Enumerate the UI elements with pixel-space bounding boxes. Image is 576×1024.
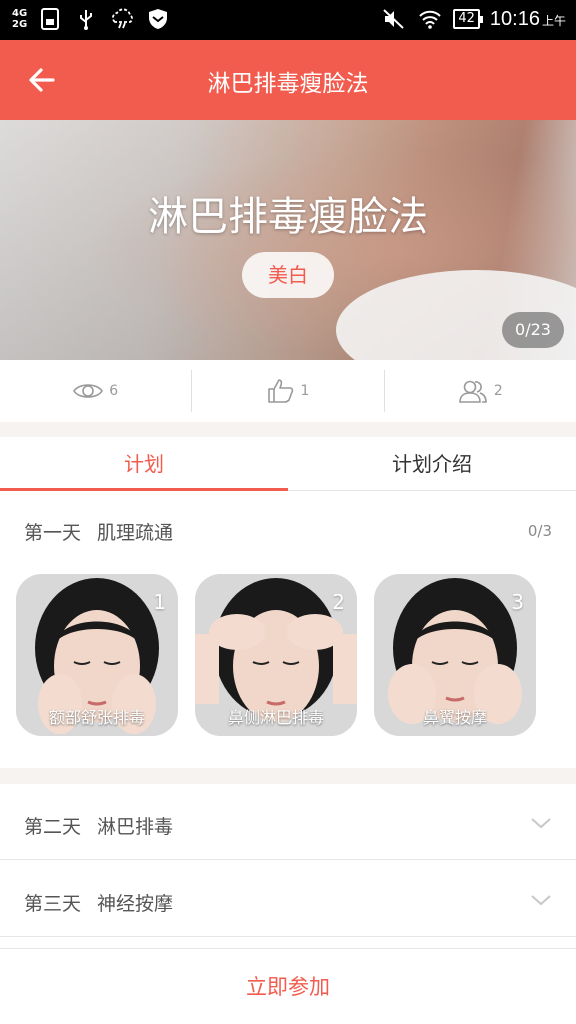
step-label: 鼻翼按摩 bbox=[422, 708, 487, 727]
page-title: 淋巴排毒瘦脸法 bbox=[207, 71, 369, 97]
day-name: 肌理疏通 bbox=[97, 522, 174, 544]
step-card-1[interactable]: 1 额部舒张排毒 bbox=[16, 574, 178, 736]
chevron-down-icon bbox=[531, 818, 551, 829]
hero-counter: 0/23 bbox=[502, 312, 564, 348]
chevron-down-icon bbox=[531, 895, 551, 906]
day-header[interactable]: 第一天 肌理疏通 bbox=[24, 518, 173, 545]
thumbs-up-icon bbox=[267, 379, 293, 403]
hero-title: 淋巴排毒瘦脸法 bbox=[148, 194, 428, 240]
likes-stat[interactable]: 1 bbox=[192, 370, 385, 412]
views-stat: 6 bbox=[0, 370, 193, 412]
app-bar: 淋巴排毒瘦脸法 bbox=[0, 40, 576, 120]
step-cards: 1 额部舒张排毒 2 鼻侧淋巴排毒 3 鼻翼按摩 bbox=[16, 574, 536, 736]
day-row-3[interactable]: 第三天 神经按摩 bbox=[0, 861, 576, 937]
usb-icon bbox=[73, 6, 99, 32]
shield-icon bbox=[145, 6, 171, 32]
views-count: 6 bbox=[109, 383, 119, 399]
participants-stat: 2 bbox=[385, 370, 576, 412]
day-label: 第三天 bbox=[24, 893, 82, 915]
clock-suffix: 上午 bbox=[541, 13, 566, 28]
battery-indicator: 42 bbox=[453, 9, 483, 29]
participants-count: 2 bbox=[493, 383, 503, 399]
step-label: 鼻侧淋巴排毒 bbox=[227, 708, 324, 727]
join-button[interactable]: 立即参加 bbox=[0, 948, 576, 1024]
day-label: 第二天 bbox=[24, 816, 82, 838]
hero-banner[interactable]: 淋巴排毒瘦脸法 美白 0/23 bbox=[0, 120, 576, 360]
day-name: 淋巴排毒 bbox=[97, 816, 174, 838]
step-number: 1 bbox=[153, 590, 166, 614]
clock-time: 10:16 bbox=[489, 7, 540, 30]
tab-plan-intro[interactable]: 计划介绍 bbox=[288, 437, 576, 490]
hero-tag[interactable]: 美白 bbox=[242, 252, 334, 298]
likes-count: 1 bbox=[300, 383, 310, 399]
day-header: 第二天 淋巴排毒 bbox=[24, 812, 173, 839]
day-label: 第一天 bbox=[24, 522, 82, 544]
users-icon bbox=[459, 380, 487, 403]
step-number: 3 bbox=[511, 590, 524, 614]
weather-icon bbox=[109, 6, 135, 32]
step-card-3[interactable]: 3 鼻翼按摩 bbox=[374, 574, 536, 736]
stats-bar: 6 1 2 bbox=[0, 360, 576, 422]
tab-plan[interactable]: 计划 bbox=[0, 437, 288, 491]
day-header: 第三天 神经按摩 bbox=[24, 889, 173, 916]
step-label: 额部舒张排毒 bbox=[48, 708, 145, 727]
day-row-2[interactable]: 第二天 淋巴排毒 bbox=[0, 784, 576, 860]
wifi-icon bbox=[417, 6, 443, 32]
day-progress: 0/3 bbox=[527, 522, 552, 540]
step-card-2[interactable]: 2 鼻侧淋巴排毒 bbox=[195, 574, 357, 736]
tab-bar: 计划 计划介绍 bbox=[0, 437, 576, 491]
sim-icon bbox=[37, 6, 63, 32]
section-divider bbox=[0, 768, 576, 784]
step-number: 2 bbox=[332, 590, 345, 614]
mute-icon bbox=[381, 6, 407, 32]
eye-icon bbox=[73, 384, 104, 398]
network-top-label: 4G bbox=[12, 8, 28, 19]
network-indicator: 4G 2G bbox=[12, 8, 27, 30]
clock: 10:16 上午 bbox=[490, 8, 566, 31]
section-divider bbox=[0, 422, 576, 437]
network-bottom-label: 2G bbox=[12, 19, 28, 30]
status-bar: 4G 2G 42 10:16 上午 bbox=[0, 0, 576, 40]
day-name: 神经按摩 bbox=[97, 893, 174, 915]
day-section-1: 第一天 肌理疏通 0/3 1 额部舒张排毒 2 鼻侧淋巴排毒 3 鼻翼按摩 bbox=[0, 492, 576, 768]
